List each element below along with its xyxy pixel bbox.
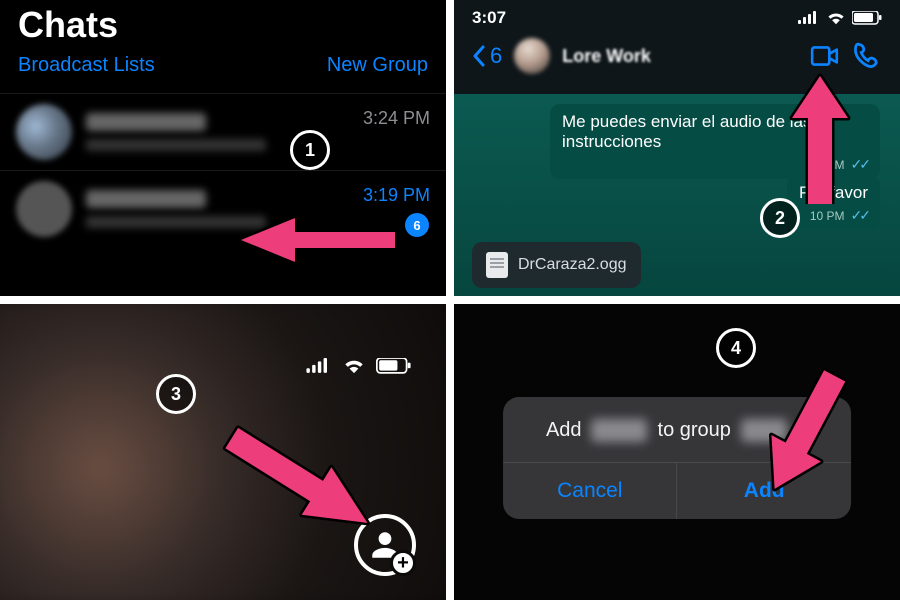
annotation-arrow [235,210,395,270]
chat-preview-blurred [86,139,266,151]
wifi-icon [342,358,366,374]
status-right [798,11,882,25]
message-time: 10 PM [810,209,845,223]
contact-name[interactable]: Lore Work [562,46,651,67]
step-badge-1: 1 [290,130,330,170]
battery-icon [376,358,412,374]
unread-badge: 6 [405,213,429,237]
plus-icon: + [390,550,416,576]
cancel-button[interactable]: Cancel [503,463,676,519]
pane-add-dialog: Add xx to group x ? Cancel Add 4 [454,304,900,600]
annotation-arrow [208,418,388,548]
chevron-left-icon [472,45,486,67]
chat-time: 3:24 PM [363,108,430,129]
pane-chats-list: Chats Broadcast Lists New Group 3:24 PM … [0,0,446,296]
dialog-name-blurred: xx [592,419,648,442]
status-icons [306,358,412,374]
step-badge-2: 2 [760,198,800,238]
pane-conversation: 3:07 6 Lore Work Me puedes enviar el aud… [454,0,900,296]
step-badge-3: 3 [156,374,196,414]
avatar [16,181,72,237]
step-badge-4: 4 [716,328,756,368]
chats-subbar: Broadcast Lists New Group [0,48,446,93]
file-icon [486,252,508,278]
chat-name-blurred [86,113,206,131]
wifi-icon [826,11,846,25]
chat-time: 3:19 PM [363,185,430,206]
new-group-link[interactable]: New Group [327,54,428,77]
video-call-icon[interactable] [810,41,840,71]
status-bar: 3:07 [454,0,900,32]
annotation-arrow [786,72,856,204]
chats-title: Chats [0,0,446,48]
annotation-arrow [732,356,872,506]
message-text: Me puedes enviar el audio de las instruc… [562,112,812,151]
file-attachment[interactable]: DrCaraza2.ogg [472,242,641,288]
chat-name-blurred [86,190,206,208]
dialog-text-mid: to group [658,419,731,442]
file-name: DrCaraza2.ogg [518,256,627,274]
cellular-icon [798,11,820,25]
status-clock: 3:07 [472,8,506,28]
avatar [16,104,72,160]
dialog-text-prefix: Add [546,419,582,442]
broadcast-lists-link[interactable]: Broadcast Lists [18,54,155,77]
contact-avatar[interactable] [514,38,550,74]
cellular-icon [306,358,332,374]
read-ticks-icon: ✓✓ [851,207,868,224]
back-count: 6 [490,43,502,69]
pane-video-call: + 3 [0,304,446,600]
chat-row[interactable]: 3:24 PM [0,93,446,170]
voice-call-icon[interactable] [852,41,882,71]
back-button[interactable]: 6 [472,43,502,69]
battery-icon [852,11,882,25]
